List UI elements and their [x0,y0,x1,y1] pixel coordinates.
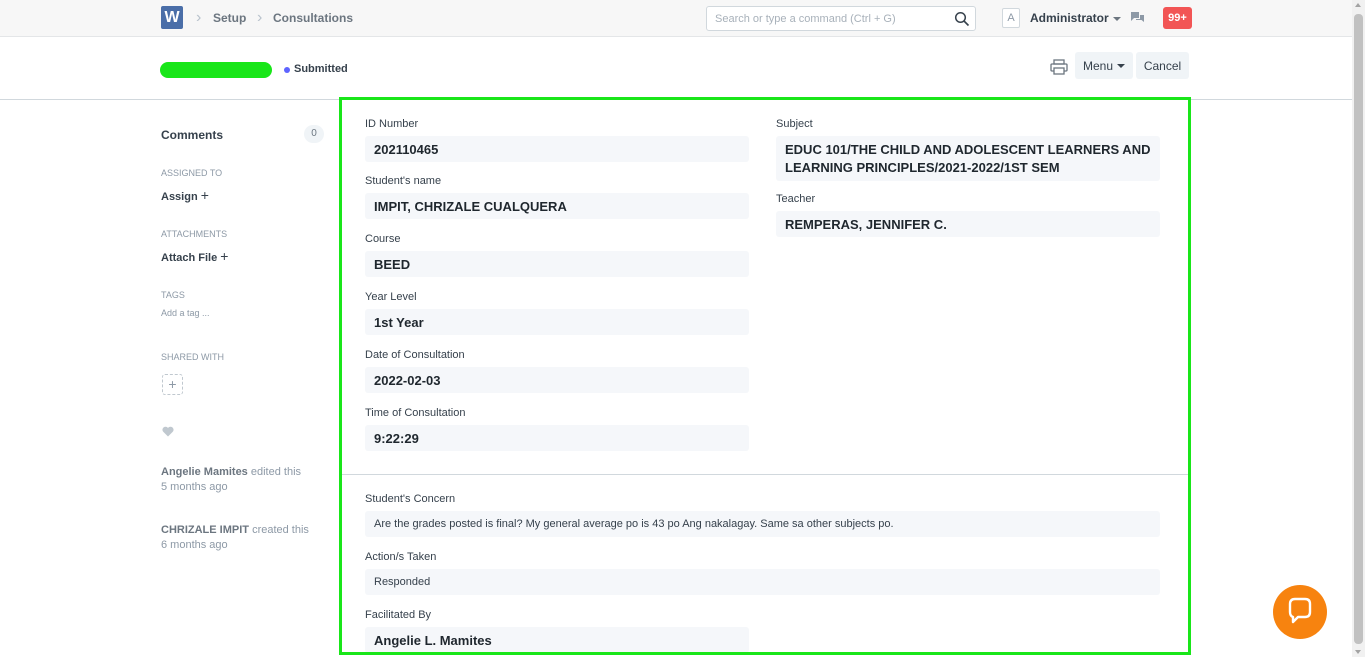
field-label: Student's Concern [365,493,456,505]
add-tag-input[interactable]: Add a tag ... [161,308,210,318]
activity-action: edited this [250,466,302,478]
assign-button[interactable]: Assign + [161,187,209,203]
add-share-button[interactable]: + [162,374,183,395]
year-level-value[interactable]: 1st Year [365,309,749,335]
scrollbar-thumb[interactable] [1354,14,1363,644]
field-label: ID Number [365,118,419,130]
activity-time: 6 months ago [161,539,228,551]
search-input[interactable] [715,11,945,27]
id-number-value[interactable]: 202110465 [365,136,749,162]
activity-item: CHRIZALE IMPIT created this 6 months ago [161,523,309,553]
chevron-down-icon [1112,16,1121,21]
field-students-concern: Student's Concern Are the grades posted … [365,493,1160,537]
printer-icon[interactable] [1050,59,1068,75]
assign-label: Assign [161,191,198,203]
live-chat-button[interactable] [1273,585,1327,639]
plus-icon: + [200,187,209,203]
tags-label: TAGS [161,290,185,300]
field-label: Subject [776,118,813,130]
chevron-right-icon: › [257,9,263,26]
course-value[interactable]: BEED [365,251,749,277]
user-menu[interactable]: Administrator [1030,11,1121,25]
field-label: Facilitated By [365,609,432,621]
attachments-label: ATTACHMENTS [161,229,228,239]
menu-button-label: Menu [1082,58,1114,73]
date-of-consultation-value[interactable]: 2022-02-03 [365,367,749,393]
attach-file-label: Attach File [161,252,218,264]
subject-line-1: EDUC 101/THE CHILD AND ADOLESCENT LEARNE… [785,141,1151,157]
assigned-to-label: ASSIGNED TO [161,168,223,178]
activity-user[interactable]: CHRIZALE IMPIT [161,524,249,536]
redacted-title [160,62,272,78]
cancel-button[interactable]: Cancel [1136,52,1189,79]
attach-file-button[interactable]: Attach File + [161,248,228,264]
scroll-down-icon[interactable] [1355,650,1361,654]
actions-taken-value[interactable]: Responded [365,569,1160,595]
chat-bubble-icon [1288,597,1312,624]
facilitated-by-value[interactable]: Angelie L. Mamites [365,627,749,652]
field-label: Teacher [776,193,816,205]
field-date-of-consultation: Date of Consultation 2022-02-03 [365,349,749,393]
comments-count: 0 [304,125,324,143]
field-course: Course BEED [365,233,749,277]
top-navbar: W › Setup › Consultations A Administrato… [0,0,1352,37]
comments-link[interactable]: Comments [161,128,223,142]
status-badge: Submitted [294,63,348,75]
app-logo[interactable]: W [161,6,183,29]
time-of-consultation-value[interactable]: 9:22:29 [365,425,749,451]
field-label: Time of Consultation [365,407,466,419]
field-facilitated-by: Facilitated By Angelie L. Mamites [365,609,749,652]
scroll-up-icon[interactable] [1355,3,1361,7]
field-label: Student's name [365,175,442,187]
user-avatar[interactable]: A [1002,8,1020,28]
field-label: Date of Consultation [365,349,465,361]
activity-action: created this [252,524,309,536]
search-icon[interactable] [954,11,970,27]
activity-user[interactable]: Angelie Mamites [161,466,248,478]
field-label: Course [365,233,401,245]
notification-badge[interactable]: 99+ [1163,7,1192,29]
students-concern-value[interactable]: Are the grades posted is final? My gener… [365,511,1160,537]
user-name-label: Administrator [1030,11,1109,25]
breadcrumb-consultations[interactable]: Consultations [273,11,353,25]
student-name-value[interactable]: IMPIT, CHRIZALE CUALQUERA [365,193,749,219]
plus-icon: + [220,248,229,264]
field-teacher: Teacher REMPERAS, JENNIFER C. [776,193,1160,237]
field-actions-taken: Action/s Taken Responded [365,551,1160,595]
chat-icon[interactable] [1130,11,1145,25]
chevron-right-icon: › [196,9,202,26]
activity-item: Angelie Mamites edited this 5 months ago [161,465,301,495]
field-time-of-consultation: Time of Consultation 9:22:29 [365,407,749,451]
shared-with-label: SHARED WITH [161,352,224,362]
consultation-form: ID Number 202110465 Student's name IMPIT… [339,97,1191,655]
teacher-value[interactable]: REMPERAS, JENNIFER C. [776,211,1160,237]
field-id-number: ID Number 202110465 [365,118,749,162]
subject-value[interactable]: EDUC 101/THE CHILD AND ADOLESCENT LEARNE… [776,136,1160,181]
field-student-name: Student's name IMPIT, CHRIZALE CUALQUERA [365,175,749,219]
field-label: Year Level [365,291,417,303]
status-indicator-icon [284,67,290,73]
search-bar[interactable] [706,6,976,31]
page-scrollbar[interactable] [1352,0,1365,657]
field-subject: Subject EDUC 101/THE CHILD AND ADOLESCEN… [776,118,1160,181]
page-head: Submitted Menu Cancel [0,37,1352,100]
subject-line-2: LEARNING PRINCIPLES/2021-2022/1ST SEM [785,159,1060,175]
menu-button[interactable]: Menu [1075,52,1133,79]
activity-time: 5 months ago [161,481,228,493]
heart-icon[interactable] [162,426,174,437]
field-label: Action/s Taken [365,551,437,563]
field-year-level: Year Level 1st Year [365,291,749,335]
section-divider [342,474,1188,475]
breadcrumb-setup[interactable]: Setup [213,11,246,25]
chevron-down-icon [1117,64,1126,69]
